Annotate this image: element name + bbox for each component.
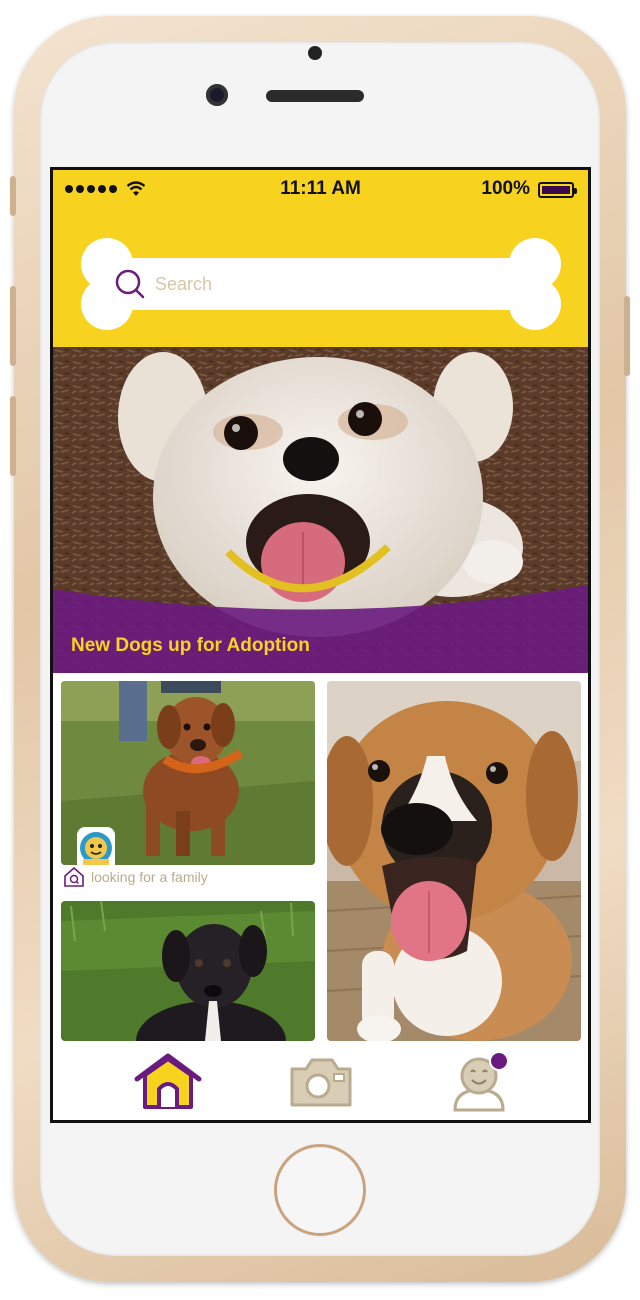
volume-down-button [10,396,16,476]
search-icon [115,269,145,299]
earpiece-speaker [266,90,364,102]
camera-icon [290,1058,352,1107]
search-bar[interactable] [115,266,487,302]
tab-home[interactable] [133,1051,203,1113]
tab-profile[interactable] [447,1051,511,1113]
status-bar: 11:11 AM 100% [53,170,588,210]
search-input[interactable] [153,272,487,296]
mute-switch [10,176,16,216]
featured-banner[interactable]: New Dogs up for Adoption [53,347,588,673]
dog-card-caption: looking for a family [63,867,208,887]
battery-percentage: 100% [481,178,530,199]
dog-photo [61,901,315,1041]
notification-dot [489,1051,509,1071]
dog-photo [327,681,581,1041]
tab-bar [53,1041,588,1120]
app-screen: 11:11 AM 100% Search New Dogs up for Ado… [50,167,591,1123]
proximity-sensor [308,46,322,60]
home-icon [134,1053,202,1109]
home-button[interactable] [274,1144,366,1236]
tab-camera[interactable] [288,1051,354,1113]
volume-up-button [10,286,16,366]
featured-dog-photo [53,347,588,673]
dog-grid: looking for a family [53,673,588,1041]
power-button [624,296,630,376]
caption-text: looking for a family [91,869,208,885]
banner-title: New Dogs up for Adoption [71,635,310,656]
dog-card[interactable] [61,681,315,865]
dog-card[interactable] [61,901,315,1041]
shelter-logo-badge [77,827,115,865]
battery-icon [538,182,577,198]
header: 11:11 AM 100% [53,170,588,347]
home-search-icon [64,867,84,887]
dog-card[interactable] [327,681,581,1041]
front-camera [206,84,228,106]
shelter-logo-icon [80,832,112,865]
